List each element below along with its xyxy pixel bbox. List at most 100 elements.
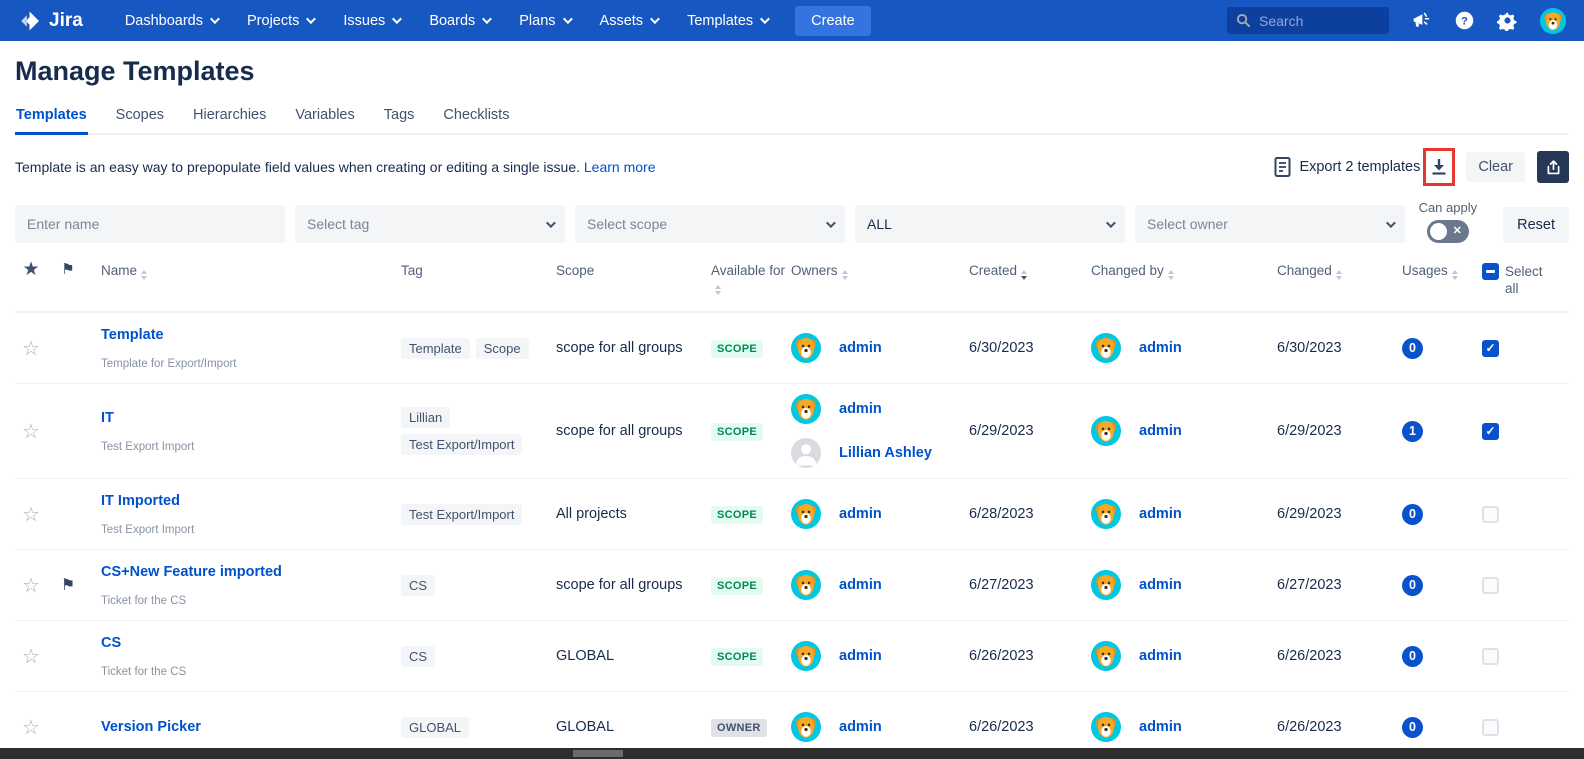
owner-filter-select[interactable]: Select owner xyxy=(1135,205,1405,243)
owner-link[interactable]: admin xyxy=(1139,506,1182,522)
search-box[interactable] xyxy=(1227,7,1389,34)
search-input[interactable] xyxy=(1259,13,1379,29)
row-checkbox[interactable] xyxy=(1482,506,1499,523)
scope-filter-select[interactable]: Select scope xyxy=(575,205,845,243)
dog-avatar xyxy=(791,499,821,529)
chevron-down-icon xyxy=(546,218,556,228)
tab-checklists[interactable]: Checklists xyxy=(442,103,510,133)
favorite-star-icon[interactable]: ☆ xyxy=(22,336,40,361)
favorite-star-icon[interactable]: ☆ xyxy=(22,715,40,740)
svg-text:?: ? xyxy=(1461,15,1468,27)
row-checkbox[interactable] xyxy=(1482,577,1499,594)
nav-item-boards[interactable]: Boards xyxy=(429,13,489,29)
created-cell: 6/27/2023 xyxy=(969,577,1091,593)
template-name-link[interactable]: IT xyxy=(101,410,401,426)
template-name-link[interactable]: Version Picker xyxy=(101,719,401,735)
row-checkbox[interactable] xyxy=(1482,719,1499,736)
chevron-down-icon xyxy=(563,14,573,24)
nav-item-assets[interactable]: Assets xyxy=(600,13,658,29)
horizontal-scrollbar[interactable] xyxy=(0,748,1584,759)
favorite-star-icon[interactable]: ☆ xyxy=(22,502,40,527)
download-button[interactable] xyxy=(1424,151,1454,183)
create-button[interactable]: Create xyxy=(795,6,871,36)
header-name[interactable]: Name xyxy=(89,263,401,297)
header-tag[interactable]: Tag xyxy=(401,263,556,278)
owner-link[interactable]: admin xyxy=(839,506,882,522)
header-available-for[interactable]: Available for xyxy=(711,263,791,295)
tab-tags[interactable]: Tags xyxy=(383,103,416,133)
reset-button[interactable]: Reset xyxy=(1503,207,1569,243)
dog-avatar xyxy=(1091,499,1121,529)
can-apply-toggle[interactable]: ✕ xyxy=(1427,220,1469,243)
owner-link[interactable]: admin xyxy=(1139,577,1182,593)
owner-entry: admin xyxy=(791,712,969,742)
available-for-filter-select[interactable]: ALL xyxy=(855,205,1125,243)
row-checkbox[interactable]: ✓ xyxy=(1482,423,1499,440)
template-name-link[interactable]: CS xyxy=(101,635,401,651)
header-changed[interactable]: Changed xyxy=(1277,263,1402,280)
header-changed-by[interactable]: Changed by xyxy=(1091,263,1277,280)
download-icon xyxy=(1429,157,1449,177)
template-description: Ticket for the CS xyxy=(101,666,401,678)
sort-icon xyxy=(715,285,721,295)
changed-cell: 6/26/2023 xyxy=(1277,648,1402,664)
dog-avatar xyxy=(791,641,821,671)
owner-link[interactable]: admin xyxy=(839,340,882,356)
tab-templates[interactable]: Templates xyxy=(15,103,88,135)
row-checkbox[interactable]: ✓ xyxy=(1482,340,1499,357)
name-filter-input[interactable] xyxy=(15,205,285,243)
tag-chips: CS xyxy=(401,646,556,667)
owner-link[interactable]: admin xyxy=(839,577,882,593)
tab-variables[interactable]: Variables xyxy=(294,103,355,133)
scrollbar-thumb[interactable] xyxy=(573,750,623,757)
flag-header-icon[interactable]: ⚑ xyxy=(61,263,74,277)
template-name-link[interactable]: Template xyxy=(101,327,401,343)
header-owners[interactable]: Owners xyxy=(791,263,969,280)
jira-logo[interactable]: Jira xyxy=(18,9,83,33)
owner-entry: admin xyxy=(791,499,969,529)
favorite-star-header-icon[interactable]: ★ xyxy=(22,263,39,277)
nav-item-projects[interactable]: Projects xyxy=(247,13,313,29)
dog-avatar xyxy=(791,333,821,363)
row-checkbox[interactable] xyxy=(1482,648,1499,665)
nav-item-plans[interactable]: Plans xyxy=(519,13,569,29)
owners-cell: admin xyxy=(791,570,969,600)
owner-link[interactable]: admin xyxy=(1139,719,1182,735)
tag-filter-select[interactable]: Select tag xyxy=(295,205,565,243)
owner-link[interactable]: admin xyxy=(839,401,882,417)
owner-link[interactable]: admin xyxy=(839,648,882,664)
nav-item-templates[interactable]: Templates xyxy=(687,13,767,29)
help-icon[interactable]: ? xyxy=(1454,10,1475,31)
favorite-star-icon[interactable]: ☆ xyxy=(22,644,40,669)
clear-button[interactable]: Clear xyxy=(1466,152,1525,182)
header-created[interactable]: Created xyxy=(969,263,1091,280)
export-templates-control[interactable]: Export 2 templates xyxy=(1274,157,1420,177)
brand-label: Jira xyxy=(49,10,83,32)
owner-link[interactable]: admin xyxy=(1139,340,1182,356)
available-for-badge: OWNER xyxy=(711,719,767,737)
template-name-link[interactable]: CS+New Feature imported xyxy=(101,564,401,580)
favorite-star-icon[interactable]: ☆ xyxy=(22,573,40,598)
megaphone-icon[interactable] xyxy=(1411,10,1432,31)
tab-hierarchies[interactable]: Hierarchies xyxy=(192,103,267,133)
nav-menu: Dashboards Projects Issues Boards Plans … xyxy=(125,13,767,29)
gear-icon[interactable] xyxy=(1497,10,1518,31)
changed-by-cell: admin xyxy=(1091,499,1277,529)
learn-more-link[interactable]: Learn more xyxy=(584,159,656,175)
nav-item-issues[interactable]: Issues xyxy=(343,13,399,29)
owner-link[interactable]: admin xyxy=(1139,423,1182,439)
template-name-link[interactable]: IT Imported xyxy=(101,493,401,509)
tab-scopes[interactable]: Scopes xyxy=(115,103,165,133)
owner-entry: admin xyxy=(1091,416,1277,446)
select-all-checkbox[interactable] xyxy=(1482,263,1499,280)
owner-link[interactable]: admin xyxy=(839,719,882,735)
favorite-star-icon[interactable]: ☆ xyxy=(22,419,40,444)
nav-item-dashboards[interactable]: Dashboards xyxy=(125,13,217,29)
owner-link[interactable]: Lillian Ashley xyxy=(839,445,932,461)
share-button[interactable] xyxy=(1537,151,1569,183)
header-usages[interactable]: Usages xyxy=(1402,263,1482,280)
user-avatar[interactable] xyxy=(1540,8,1566,34)
tab-bar: Templates Scopes Hierarchies Variables T… xyxy=(15,103,1569,135)
header-scope[interactable]: Scope xyxy=(556,263,711,278)
owner-link[interactable]: admin xyxy=(1139,648,1182,664)
